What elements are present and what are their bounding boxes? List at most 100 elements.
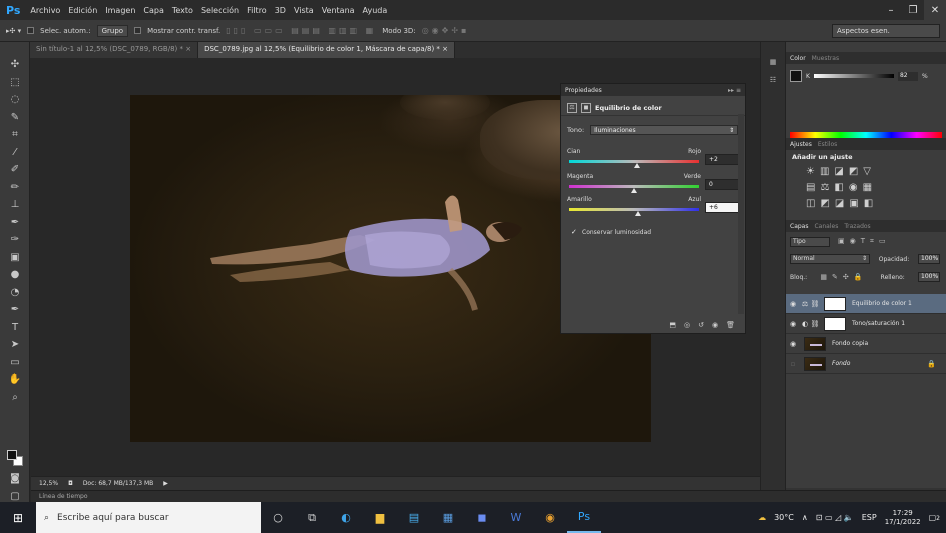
layer-mask-thumbnail[interactable] — [824, 296, 846, 311]
status-arrow-icon[interactable]: ▶ — [163, 480, 168, 487]
delete-icon[interactable]: 🗑 — [726, 321, 735, 329]
k-channel-value[interactable]: 82 — [897, 71, 918, 81]
foreground-color-swatch[interactable] — [790, 70, 802, 82]
lock-icons[interactable]: ▦✎✣🔒 — [820, 273, 867, 281]
weather-icon[interactable]: ☁ — [758, 513, 766, 522]
windows-start-button[interactable]: ⊞ — [0, 502, 36, 533]
eye-icon[interactable]: ◉ — [786, 340, 800, 348]
layer-row-fondo[interactable]: ▫ Fondo 🔒 — [786, 354, 946, 374]
blend-mode-select[interactable]: Normal ⇕ — [790, 254, 870, 264]
view-previous-icon[interactable]: ◎ — [684, 321, 690, 329]
close-button[interactable]: ✕ — [924, 0, 946, 20]
clip-to-layer-icon[interactable]: ⬒ — [669, 321, 676, 329]
tab-muestras[interactable]: Muestras — [812, 55, 839, 62]
crop-tool-icon[interactable]: ⌗ — [0, 126, 30, 144]
tab-sin-titulo[interactable]: Sin título-1 al 12,5% (DSC_0789, RGB/8) … — [30, 42, 199, 58]
taskbar-search[interactable]: ⌕ Escribe aquí para buscar — [36, 502, 261, 533]
adjustment-icons-row-2[interactable]: ▤⚖◧◉▦ — [806, 182, 936, 193]
opacity-value[interactable]: 100% — [918, 254, 940, 264]
history-icon[interactable]: ▦ — [765, 58, 781, 72]
menu-archivo[interactable]: Archivo — [26, 6, 64, 15]
fill-value[interactable]: 100% — [918, 272, 940, 282]
pen-tool-icon[interactable]: ✒ — [0, 301, 30, 319]
adjustment-icons-row-1[interactable]: ☀▥◪◩▽ — [806, 166, 936, 177]
photoshop-taskbar-icon[interactable]: Ps — [567, 502, 601, 533]
menu-vista[interactable]: Vista — [290, 6, 318, 15]
tab-estilos[interactable]: Estilos — [818, 141, 837, 148]
layer-thumbnail[interactable] — [804, 356, 826, 371]
slider-thumb[interactable] — [631, 188, 637, 193]
menu-capa[interactable]: Capa — [139, 6, 167, 15]
cortana-icon[interactable]: ○ — [261, 502, 295, 533]
menu-3d[interactable]: 3D — [271, 6, 290, 15]
zoom-level[interactable]: 12,5% — [39, 480, 58, 487]
export-icon[interactable]: ◘ — [68, 480, 73, 487]
tab-capas[interactable]: Capas — [790, 223, 808, 230]
panel-menu-icon[interactable]: ▸▸ ≡ — [728, 87, 741, 94]
move-tool-icon[interactable]: ✣ — [0, 56, 30, 74]
stamp-tool-icon[interactable]: ⊥ — [0, 196, 30, 214]
gradient-tool-icon[interactable]: ▣ — [0, 249, 30, 267]
foreground-color-swatch[interactable] — [7, 450, 17, 460]
preserve-luminosity-checkbox[interactable]: ✓ — [571, 229, 578, 236]
menu-filtro[interactable]: Filtro — [243, 6, 271, 15]
color-swatches[interactable] — [7, 450, 23, 466]
filter-icons[interactable]: ▣◉T⌗▭ — [838, 237, 891, 246]
blur-tool-icon[interactable]: ● — [0, 266, 30, 284]
maximize-button[interactable]: ❐ — [902, 0, 924, 20]
file-explorer-icon[interactable]: ▆ — [363, 502, 397, 533]
lasso-tool-icon[interactable]: ◌ — [0, 91, 30, 109]
menu-edicion[interactable]: Edición — [64, 6, 101, 15]
cyan-red-value[interactable]: +2 — [705, 154, 741, 165]
link-icon[interactable]: ⛓ — [810, 300, 820, 308]
link-icon[interactable]: ⛓ — [810, 320, 820, 328]
show-transform-checkbox[interactable] — [134, 27, 142, 34]
eyedropper-tool-icon[interactable]: ⁄ — [0, 144, 30, 162]
tab-ajustes[interactable]: Ajustes — [790, 141, 812, 148]
group-select[interactable]: Grupo — [96, 24, 129, 37]
layer-filter-select[interactable]: Tipo — [790, 236, 830, 247]
mail-icon[interactable]: ◼ — [465, 502, 499, 533]
align-icons[interactable]: ▯▯▯ ▭▭▭ ▤▤▤ ▥▥▥ ▦ — [226, 26, 376, 35]
auto-select-checkbox[interactable] — [27, 27, 35, 34]
preserve-luminosity-row[interactable]: ✓ Conservar luminosidad — [571, 229, 651, 237]
healing-tool-icon[interactable]: ✐ — [0, 161, 30, 179]
path-select-tool-icon[interactable]: ➤ — [0, 336, 30, 354]
zoom-tool-icon[interactable]: ⌕ — [0, 389, 30, 407]
eye-icon[interactable]: ◉ — [786, 300, 800, 308]
task-view-icon[interactable]: ⧉ — [295, 502, 329, 533]
store-icon[interactable]: ▤ — [397, 502, 431, 533]
tab-close-icon[interactable]: × — [185, 45, 191, 53]
yellow-blue-value[interactable]: +6 — [705, 202, 741, 213]
tab-close-icon[interactable]: × — [442, 45, 448, 53]
notifications-icon[interactable]: ▢2 — [929, 513, 940, 522]
tray-chevron-icon[interactable]: ∧ — [802, 513, 808, 522]
tab-canales[interactable]: Canales — [814, 223, 838, 230]
menu-seleccion[interactable]: Selección — [197, 6, 243, 15]
tone-select[interactable]: Iluminaciones ⇕ — [590, 125, 739, 135]
layer-mask-icon[interactable]: ◼ — [581, 102, 591, 113]
magenta-green-value[interactable]: 0 — [705, 179, 741, 190]
shape-tool-icon[interactable]: ▭ — [0, 354, 30, 372]
reset-icon[interactable]: ↺ — [698, 321, 704, 329]
eraser-tool-icon[interactable]: ✑ — [0, 231, 30, 249]
word-icon[interactable]: W — [499, 502, 533, 533]
layer-row-equilibrio[interactable]: ◉ ⚖ ⛓ Equilibrio de color 1 — [786, 294, 946, 314]
slider-thumb[interactable] — [633, 163, 640, 168]
weather-temp[interactable]: 30°C — [774, 513, 794, 522]
move-tool-icon[interactable]: ▸✣ ▾ — [6, 27, 21, 35]
hand-tool-icon[interactable]: ✋ — [0, 371, 30, 389]
layer-mask-thumbnail[interactable] — [824, 316, 846, 331]
magenta-green-slider[interactable]: Magenta Verde 0 — [567, 173, 743, 197]
type-tool-icon[interactable]: T — [0, 319, 30, 337]
language-indicator[interactable]: ESP — [862, 513, 877, 522]
chrome-icon[interactable]: ◉ — [533, 502, 567, 533]
quick-select-tool-icon[interactable]: ✎ — [0, 109, 30, 127]
menu-imagen[interactable]: Imagen — [101, 6, 139, 15]
layer-thumbnail[interactable] — [804, 336, 826, 351]
adjustment-icons-row-3[interactable]: ◫◩◪▣◧ — [806, 198, 936, 209]
layer-row-fondo-copia[interactable]: ◉ Fondo copia — [786, 334, 946, 354]
timeline-bar[interactable]: Línea de tiempo — [31, 490, 946, 502]
menu-ventana[interactable]: Ventana — [318, 6, 359, 15]
dodge-tool-icon[interactable]: ◔ — [0, 284, 30, 302]
